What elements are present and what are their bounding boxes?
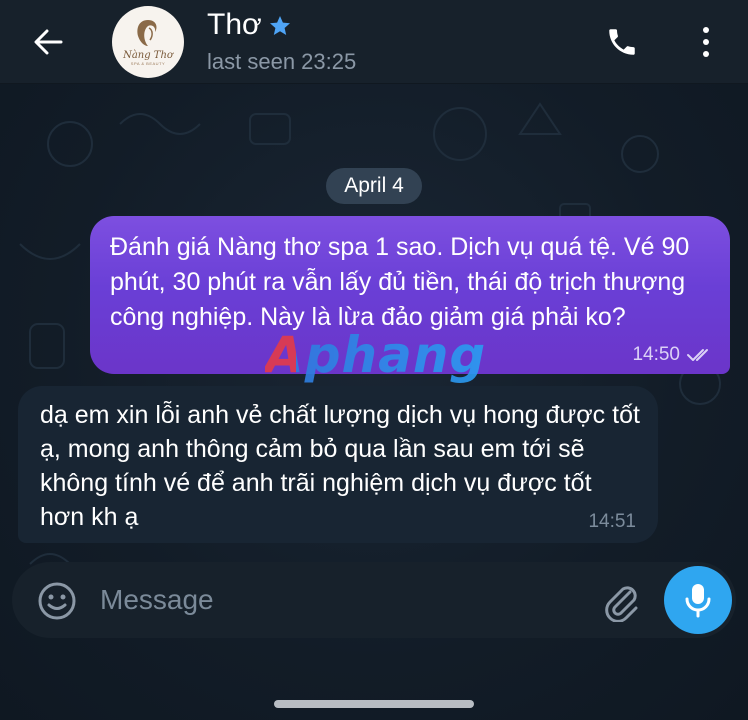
more-vertical-icon-dot — [703, 51, 709, 57]
voice-record-button[interactable] — [664, 566, 732, 634]
message-text: dạ em xin lỗi anh vẻ chất lượng dịch vụ … — [40, 401, 640, 531]
message-composer — [12, 562, 736, 638]
more-vertical-icon-dot — [703, 39, 709, 45]
message-input[interactable] — [100, 580, 580, 620]
double-check-icon — [687, 349, 708, 361]
avatar[interactable]: Nàng Thơ SPA & BEAUTY — [112, 6, 184, 78]
paperclip-icon — [605, 586, 638, 623]
message-meta: 14:50 — [632, 344, 714, 366]
last-seen-status: last seen 23:25 — [207, 49, 357, 74]
call-button[interactable] — [600, 22, 644, 62]
chat-header: Nàng Thơ SPA & BEAUTY Thơ last seen 23:2… — [0, 0, 748, 84]
contact-name[interactable]: Thơ — [207, 8, 292, 42]
back-button[interactable] — [26, 22, 70, 62]
logo-silhouette-icon — [137, 20, 157, 46]
watermark: Aphang — [265, 326, 487, 384]
contact-name-label: Thơ — [207, 8, 262, 41]
avatar-logo-text: Nàng Thơ — [123, 50, 173, 61]
smile-icon — [38, 582, 76, 620]
mic-icon — [685, 584, 711, 618]
arrow-left-icon — [34, 29, 63, 55]
emoji-button[interactable] — [36, 580, 78, 622]
more-menu-button[interactable] — [690, 22, 722, 62]
more-vertical-icon — [703, 27, 709, 33]
message-text: Đánh giá Nàng thơ spa 1 sao. Dịch vụ quá… — [110, 233, 690, 331]
incoming-message-bubble[interactable]: dạ em xin lỗi anh vẻ chất lượng dịch vụ … — [18, 386, 658, 543]
message-time: 14:50 — [632, 344, 680, 365]
star-icon — [269, 16, 290, 35]
date-separator: April 4 — [326, 168, 422, 204]
attach-button[interactable] — [600, 580, 642, 623]
home-indicator[interactable] — [274, 700, 474, 708]
phone-icon — [609, 29, 635, 55]
message-time: 14:51 — [588, 511, 636, 532]
avatar-logo-subtext: SPA & BEAUTY — [130, 61, 166, 66]
